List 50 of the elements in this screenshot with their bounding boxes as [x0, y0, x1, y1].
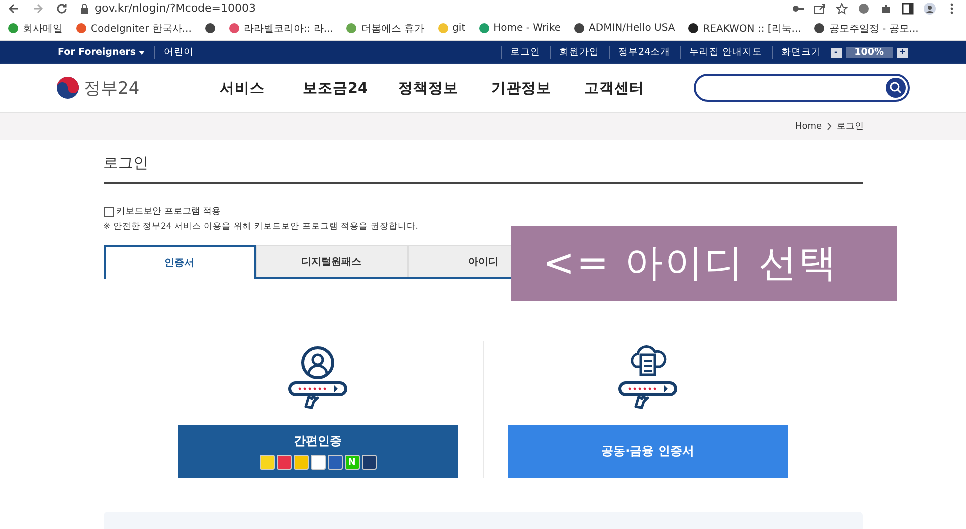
globe-icon[interactable]	[204, 23, 216, 34]
bookmark-link[interactable]: 회사메일	[23, 22, 63, 36]
login-tab[interactable]: 인증서	[104, 245, 256, 279]
main-menu-item[interactable]: 고객센터	[568, 78, 661, 98]
breadcrumb-current: 로그인	[837, 121, 864, 133]
search-field[interactable]	[694, 74, 910, 102]
main-menu-item[interactable]: 보조금24	[289, 78, 382, 98]
emblem-logo-icon	[56, 76, 80, 100]
nav-link[interactable]: 로그인	[500, 46, 550, 59]
simple-auth-button[interactable]: 간편인증 N	[178, 425, 458, 478]
zoom-value: 100%	[846, 47, 893, 58]
breadcrumb-link[interactable]: Home	[795, 122, 822, 132]
provider-logo-icon: N	[344, 455, 360, 470]
back-arrow-icon[interactable]	[8, 2, 20, 14]
nav-link[interactable]: 회원가입	[550, 46, 609, 59]
nav-link[interactable]: 누리집 안내지도	[680, 46, 772, 59]
site-logo-text[interactable]: 정부24	[84, 76, 140, 100]
bookmark-link[interactable]: CodeIgniter 한국사...	[91, 22, 192, 36]
bookmark-link[interactable]: 라라벨코리아:: 라...	[244, 22, 334, 36]
zoom-in-button[interactable]: +	[897, 48, 908, 58]
checkbox[interactable]	[104, 206, 114, 216]
profile-avatar-icon[interactable]	[924, 2, 936, 14]
main-menu-item[interactable]: 서비스	[196, 78, 289, 98]
address-bar[interactable]: gov.kr/nlogin/?Mcode=10003	[95, 2, 256, 15]
certificate-login-button[interactable]: 공동·금융 인증서	[508, 425, 788, 478]
caret-icon	[139, 50, 145, 54]
notice-text: ※ 안전한 정부24 서비스 이용을 위해 키보드보안 프로그램 적용을 권장합니다.	[104, 221, 420, 233]
star-icon[interactable]	[836, 2, 848, 14]
lock-icon	[80, 3, 89, 14]
bookmark-link[interactable]: 공모주일정 - 공모...	[829, 22, 919, 36]
side-panel-icon[interactable]	[902, 2, 914, 14]
bookmark-link[interactable]: Home - Wrike	[494, 23, 562, 34]
nav-link[interactable]: 정부24소개	[608, 46, 680, 59]
main-menu-item[interactable]: 정책정보	[382, 78, 475, 98]
chevron-right-icon	[827, 123, 832, 130]
language-menu[interactable]: For Foreigners	[58, 47, 154, 58]
search-icon[interactable]	[886, 78, 906, 98]
checkbox-label: 키보드보안 프로그램 적용	[116, 206, 222, 218]
main-menu-item[interactable]: 기관정보	[475, 78, 568, 98]
nav-link[interactable]: 어린이	[154, 46, 203, 59]
extension-circle-icon[interactable]	[858, 2, 870, 14]
zoom-out-button[interactable]: -	[830, 48, 842, 58]
bookmark-link[interactable]: REAKWON :: [리눅...	[703, 22, 802, 36]
share-icon[interactable]	[814, 2, 826, 14]
bookmark-link[interactable]: 더봄에스 휴가	[361, 22, 425, 36]
bookmark-link[interactable]: ADMIN/Hello USA	[589, 23, 676, 34]
login-tab[interactable]: 디지털원패스	[256, 245, 408, 277]
reload-icon[interactable]	[56, 2, 68, 14]
bookmark-link[interactable]: git	[452, 23, 466, 34]
page-title: 로그인	[104, 154, 862, 184]
